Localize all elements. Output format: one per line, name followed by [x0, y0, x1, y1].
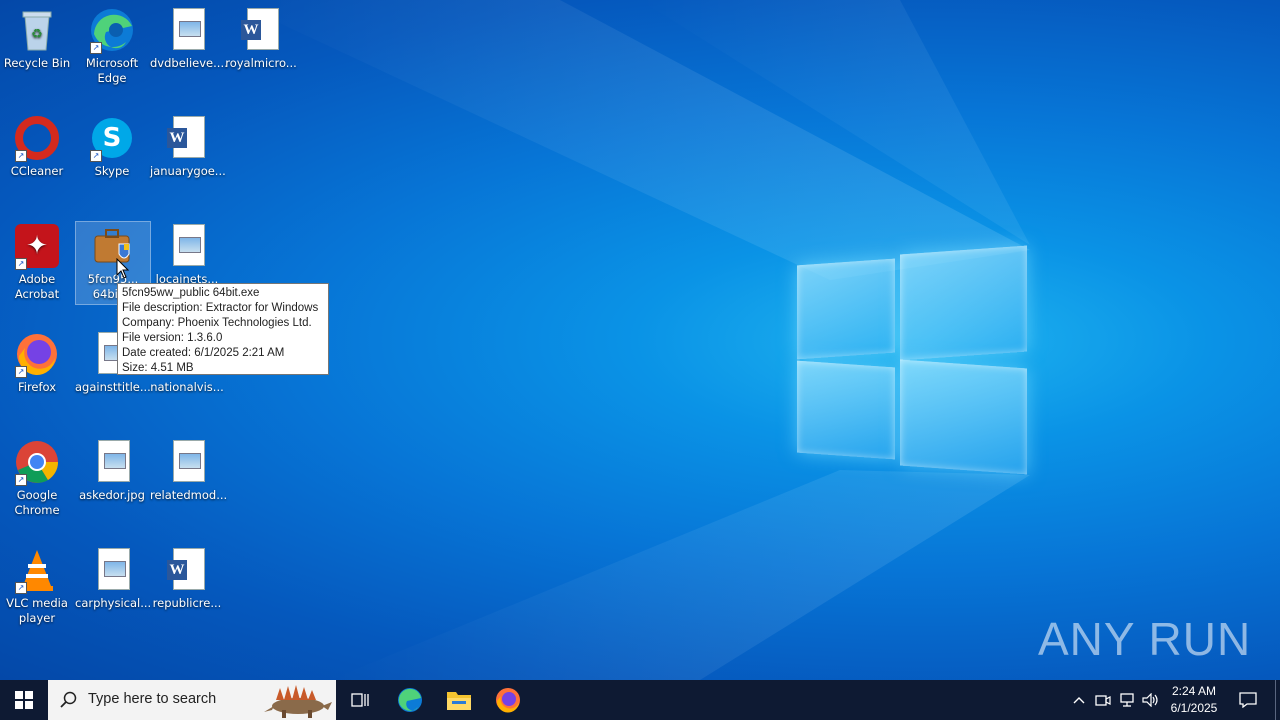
file-tooltip: 5fcn95ww_public 64bit.exe File descripti… — [117, 283, 329, 375]
taskbar-search-box[interactable]: Type here to search — [48, 680, 336, 720]
tooltip-date-created: Date created: 6/1/2025 2:21 AM — [122, 347, 285, 359]
vlc-icon: ↗ — [13, 546, 61, 594]
mouse-cursor-icon — [116, 258, 130, 279]
tooltip-size: Size: 4.51 MB — [122, 362, 194, 374]
chevron-up-icon — [1073, 697, 1085, 704]
image-file-icon — [163, 6, 211, 54]
icon-label: januarygoe... — [150, 164, 226, 178]
search-placeholder: Type here to search — [88, 691, 217, 707]
task-view-icon — [351, 693, 369, 707]
image-file-icon — [163, 438, 211, 486]
recycle-bin-icon: ♻ — [13, 6, 61, 54]
taskbar-clock[interactable]: 2:24 AM 6/1/2025 — [1160, 683, 1228, 717]
network-icon — [1120, 693, 1134, 707]
icon-label: royalmicro... — [225, 56, 297, 70]
notification-icon — [1239, 692, 1257, 708]
desktop-icon-republicre[interactable]: W republicre... — [150, 546, 224, 611]
tooltip-version: File version: 1.3.6.0 — [122, 332, 223, 344]
desktop-icon-google-chrome[interactable]: ↗ Google Chrome — [0, 438, 74, 518]
taskbar-firefox-button[interactable] — [484, 680, 532, 720]
icon-label: askedor.jpg — [79, 488, 145, 502]
desktop[interactable]: ♻ Recycle Bin ↗ CCleaner ✦ ↗ Adobe Acrob… — [0, 0, 1280, 680]
icon-label: VLC media player — [6, 596, 68, 625]
desktop-icon-ccleaner[interactable]: ↗ CCleaner — [0, 114, 74, 179]
taskbar-edge-button[interactable] — [386, 680, 434, 720]
desktop-icon-microsoft-edge[interactable]: ↗ Microsoft Edge — [75, 6, 149, 86]
tooltip-filename: 5fcn95ww_public 64bit.exe — [122, 287, 260, 299]
adobe-acrobat-icon: ✦ ↗ — [13, 222, 61, 270]
search-icon — [60, 691, 77, 708]
desktop-icon-skype[interactable]: S ↗ Skype — [75, 114, 149, 179]
word-document-icon: W — [163, 114, 211, 162]
tooltip-description: File description: Extractor for Windows — [122, 302, 319, 314]
icon-label: Recycle Bin — [3, 56, 71, 70]
tray-meet-now-button[interactable] — [1092, 680, 1114, 720]
desktop-icon-royalmicro[interactable]: W royalmicro... — [224, 6, 298, 71]
icon-label: republicre... — [152, 596, 222, 610]
task-view-button[interactable] — [336, 680, 384, 720]
ccleaner-icon: ↗ — [13, 114, 61, 162]
skype-icon: S ↗ — [88, 114, 136, 162]
windows-start-icon — [15, 691, 33, 709]
chrome-icon: ↗ — [13, 438, 61, 486]
icon-label: Firefox — [17, 380, 57, 394]
desktop-icon-dvdbelieve[interactable]: dvdbelieve.... — [150, 6, 228, 71]
desktop-icon-januarygoe[interactable]: W januarygoe... — [150, 114, 226, 179]
icon-label: Google Chrome — [14, 488, 60, 517]
volume-icon — [1142, 693, 1158, 707]
show-hidden-icons-button[interactable] — [1068, 680, 1090, 720]
action-center-button[interactable] — [1230, 680, 1266, 720]
desktop-icon-vlc[interactable]: ↗ VLC media player — [0, 546, 74, 626]
desktop-icon-relatedmod[interactable]: relatedmod... — [150, 438, 228, 503]
edge-icon — [398, 688, 422, 712]
search-highlight-dinosaur-icon — [264, 685, 332, 718]
icon-label: Microsoft Edge — [85, 56, 139, 85]
tray-network-button[interactable] — [1116, 680, 1138, 720]
firefox-icon: ↗ — [13, 330, 61, 378]
icon-label: relatedmod... — [150, 488, 228, 502]
icon-label: carphysical... — [75, 596, 152, 610]
icon-label: Skype — [94, 164, 130, 178]
clock-time: 2:24 AM — [1171, 684, 1217, 698]
firefox-icon — [496, 688, 520, 713]
word-document-icon: W — [163, 546, 211, 594]
clock-date: 6/1/2025 — [1170, 701, 1218, 715]
desktop-icon-locainets[interactable]: locainets... — [150, 222, 224, 287]
camera-icon — [1095, 695, 1111, 706]
taskbar-file-explorer-button[interactable] — [435, 680, 483, 720]
file-explorer-icon — [447, 692, 471, 710]
svg-text:♻: ♻ — [31, 27, 43, 42]
edge-icon: ↗ — [88, 6, 136, 54]
icon-label: CCleaner — [10, 164, 64, 178]
desktop-icon-adobe-acrobat[interactable]: ✦ ↗ Adobe Acrobat — [0, 222, 74, 302]
taskbar: Type here to search 2:24 AM 6/1/2025 — [0, 680, 1280, 720]
anyrun-watermark: ANY RUN — [1038, 613, 1252, 665]
icon-label: Adobe Acrobat — [14, 272, 60, 301]
icon-label: nationalvis... — [150, 380, 224, 394]
icon-label: againsttitle... — [75, 380, 151, 394]
image-file-icon — [88, 438, 136, 486]
tooltip-company: Company: Phoenix Technologies Ltd. — [122, 317, 312, 329]
image-file-icon — [163, 222, 211, 270]
start-button[interactable] — [0, 680, 48, 720]
tray-volume-button[interactable] — [1140, 680, 1162, 720]
word-document-icon: W — [237, 6, 285, 54]
desktop-icon-askedor[interactable]: askedor.jpg — [75, 438, 149, 503]
desktop-icon-carphysical[interactable]: carphysical... — [75, 546, 152, 611]
show-desktop-button[interactable] — [1275, 680, 1280, 720]
desktop-icon-recycle-bin[interactable]: ♻ Recycle Bin — [0, 6, 74, 71]
desktop-icon-firefox[interactable]: ↗ Firefox — [0, 330, 74, 395]
image-file-icon — [88, 546, 136, 594]
icon-label: dvdbelieve.... — [150, 56, 228, 70]
